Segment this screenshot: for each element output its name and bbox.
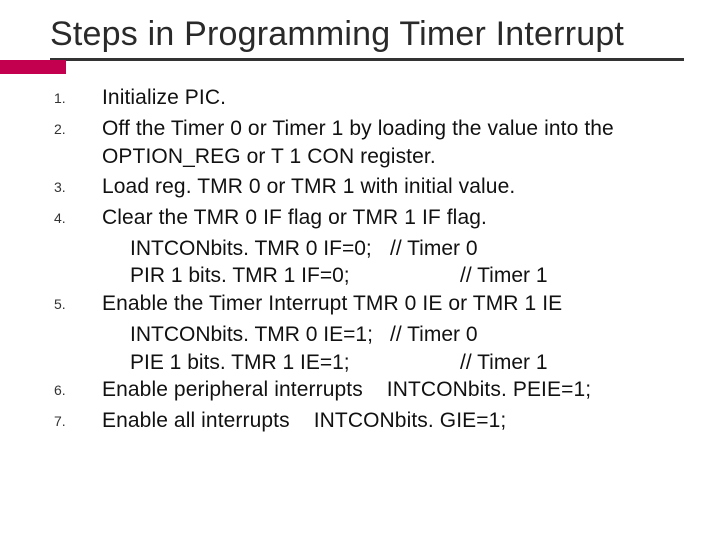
list-item: 3. Load reg. TMR 0 or TMR 1 with initial…: [54, 173, 684, 201]
item-tail: INTCONbits. GIE=1;: [290, 407, 684, 435]
code-comment: // Timer 1: [460, 349, 684, 377]
item-number: 2.: [54, 115, 102, 137]
list-item: 7. Enable all interrupts INTCONbits. GIE…: [54, 407, 684, 435]
slide-title: Steps in Programming Timer Interrupt: [50, 14, 684, 54]
item-text: Enable the Timer Interrupt TMR 0 IE or T…: [102, 290, 684, 318]
list-item: 5. Enable the Timer Interrupt TMR 0 IE o…: [54, 290, 684, 318]
code-line: INTCONbits. TMR 0 IE=1; // Timer 0: [130, 321, 684, 349]
item-text: Off the Timer 0 or Timer 1 by loading th…: [102, 115, 684, 170]
item-tail: INTCONbits. PEIE=1;: [363, 376, 684, 404]
code-comment: // Timer 1: [460, 262, 684, 290]
steps-list: 1. Initialize PIC. 2. Off the Timer 0 or…: [50, 84, 684, 435]
title-block: Steps in Programming Timer Interrupt: [50, 14, 684, 74]
code-line: PIE 1 bits. TMR 1 IE=1; // Timer 1: [130, 349, 684, 377]
code-text: INTCONbits. TMR 0 IF=0;: [130, 235, 390, 263]
item-text: Enable peripheral interrupts INTCONbits.…: [102, 376, 684, 404]
item-number: 7.: [54, 407, 102, 429]
code-line: INTCONbits. TMR 0 IF=0; // Timer 0: [130, 235, 684, 263]
list-item: 6. Enable peripheral interrupts INTCONbi…: [54, 376, 684, 404]
code-comment: // Timer 0: [390, 321, 684, 349]
list-item: 4. Clear the TMR 0 IF flag or TMR 1 IF f…: [54, 204, 684, 232]
item-lead: Enable all interrupts: [102, 407, 290, 435]
code-comment: // Timer 0: [390, 235, 684, 263]
item-text: Initialize PIC.: [102, 84, 684, 112]
item-text: Load reg. TMR 0 or TMR 1 with initial va…: [102, 173, 684, 201]
list-item: 2. Off the Timer 0 or Timer 1 by loading…: [54, 115, 684, 170]
code-text: INTCONbits. TMR 0 IE=1;: [130, 321, 390, 349]
code-line: PIR 1 bits. TMR 1 IF=0; // Timer 1: [130, 262, 684, 290]
code-text: PIR 1 bits. TMR 1 IF=0;: [130, 262, 460, 290]
item-number: 4.: [54, 204, 102, 226]
accent-bar: [0, 60, 66, 74]
item-text: Enable all interrupts INTCONbits. GIE=1;: [102, 407, 684, 435]
code-text: PIE 1 bits. TMR 1 IE=1;: [130, 349, 460, 377]
item-number: 6.: [54, 376, 102, 398]
slide: Steps in Programming Timer Interrupt 1. …: [0, 0, 720, 540]
item-number: 3.: [54, 173, 102, 195]
accent-row: [50, 60, 684, 74]
item-lead: Enable peripheral interrupts: [102, 376, 363, 404]
item-number: 1.: [54, 84, 102, 106]
item-text: Clear the TMR 0 IF flag or TMR 1 IF flag…: [102, 204, 684, 232]
item-number: 5.: [54, 290, 102, 312]
list-item: 1. Initialize PIC.: [54, 84, 684, 112]
